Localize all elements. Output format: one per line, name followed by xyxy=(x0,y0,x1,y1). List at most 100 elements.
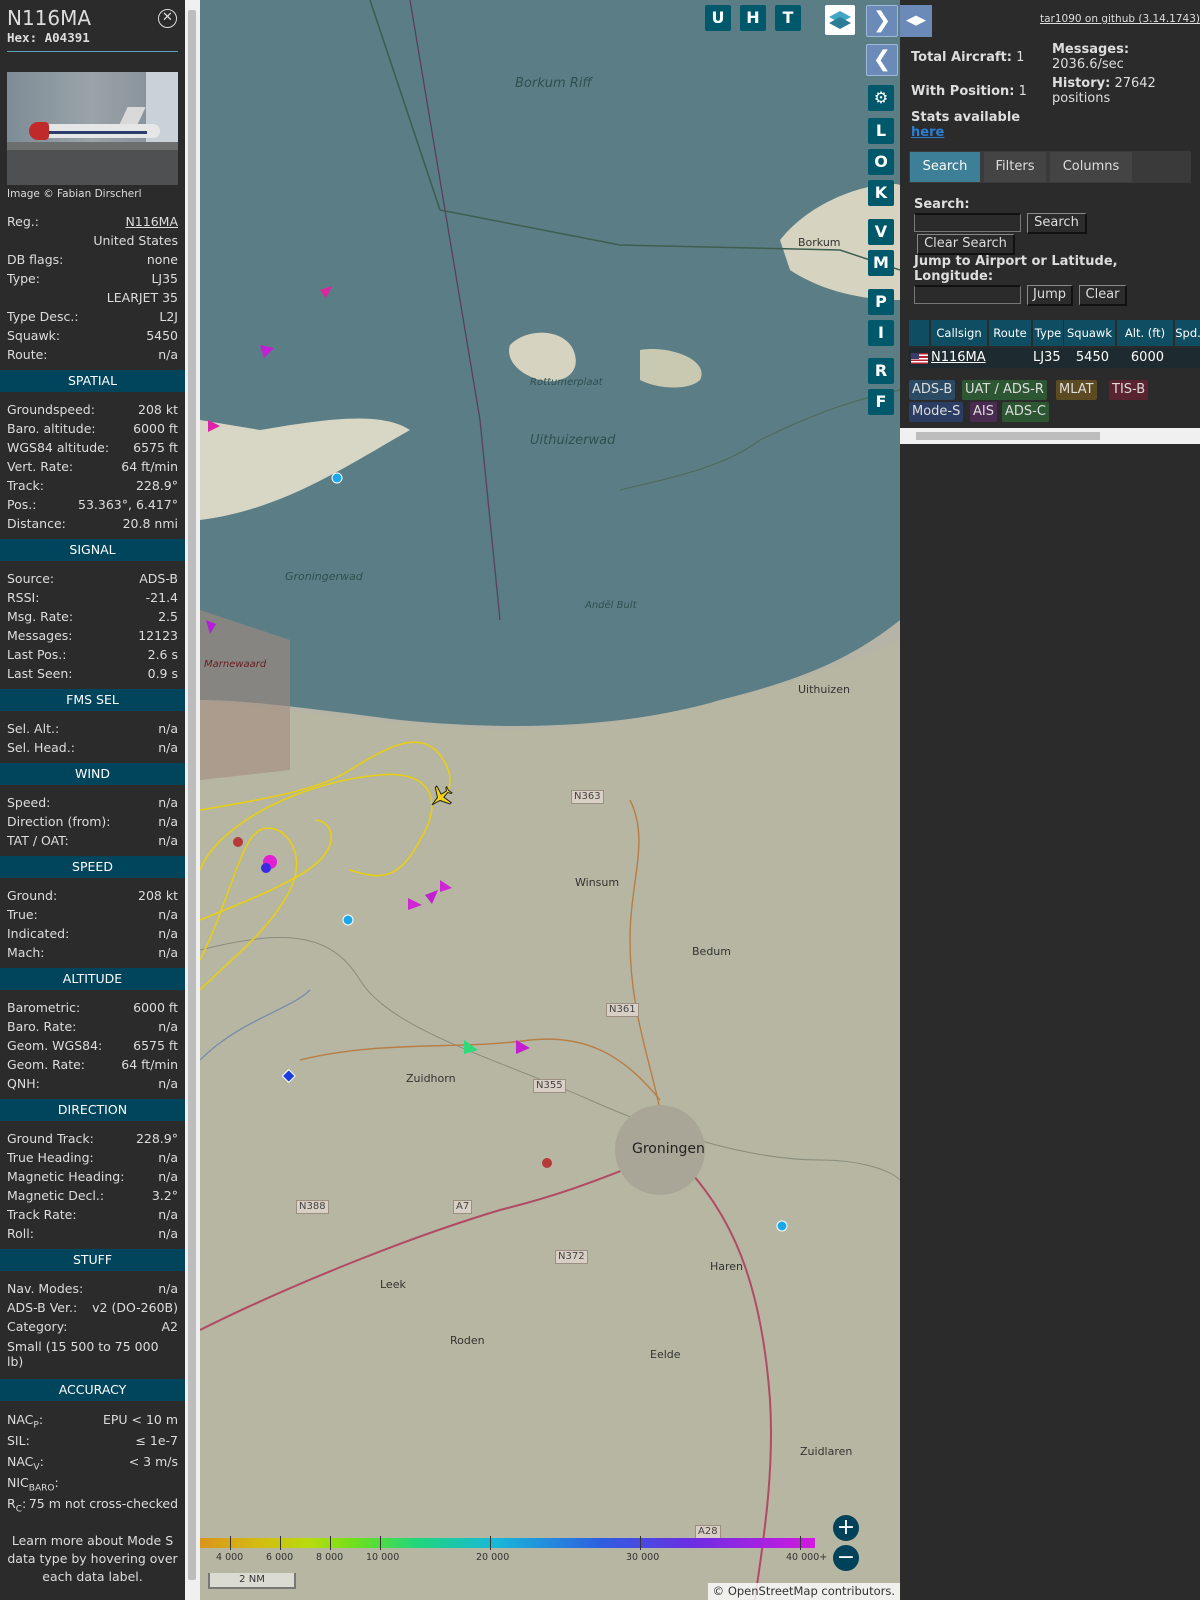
version-link[interactable]: tar1090 on github (3.14.1743) xyxy=(1040,13,1200,25)
map-button-r[interactable]: R xyxy=(868,358,894,384)
detail-label[interactable]: NACV: xyxy=(7,1451,44,1473)
map-button-v[interactable]: V xyxy=(868,219,894,245)
detail-label[interactable]: Magnetic Decl.: xyxy=(7,1186,104,1205)
detail-label[interactable]: Mach: xyxy=(7,943,44,962)
map-button-l[interactable]: L xyxy=(868,118,894,144)
map-area[interactable]: Borkum Riff Borkum Rottumerplaat Uithuiz… xyxy=(200,0,900,1600)
detail-label[interactable]: Speed: xyxy=(7,793,50,812)
detail-label[interactable]: WGS84 altitude: xyxy=(7,438,109,457)
detail-label[interactable]: Distance: xyxy=(7,514,66,533)
table-hscrollbar[interactable] xyxy=(900,428,1200,444)
settings-button[interactable]: ⚙ xyxy=(868,85,894,111)
map-button-p[interactable]: P xyxy=(868,289,894,315)
detail-label[interactable]: Sel. Head.: xyxy=(7,738,75,757)
vessel-marker[interactable] xyxy=(342,914,354,926)
detail-label[interactable]: Ground: xyxy=(7,886,57,905)
detail-label[interactable]: NICBARO: xyxy=(7,1472,59,1494)
detail-label[interactable]: Sel. Alt.: xyxy=(7,719,59,738)
detail-label[interactable]: Category: xyxy=(7,1317,67,1336)
detail-label[interactable]: Messages: xyxy=(7,626,73,645)
detail-label[interactable]: Indicated: xyxy=(7,924,69,943)
detail-label[interactable]: Nav. Modes: xyxy=(7,1279,83,1298)
detail-label[interactable]: TAT / OAT: xyxy=(7,831,69,850)
column-header-route[interactable]: Route xyxy=(989,320,1031,346)
source-badge-tis-b: TIS-B xyxy=(1109,380,1149,400)
zoom-in-button[interactable]: + xyxy=(833,1515,859,1541)
layer-button-u[interactable]: U xyxy=(705,5,731,31)
map-button-m[interactable]: M xyxy=(868,250,894,276)
detail-label[interactable]: True Heading: xyxy=(7,1148,94,1167)
layer-button-h[interactable]: H xyxy=(740,5,766,31)
map-canvas[interactable] xyxy=(200,0,900,1600)
aircraft-cluster[interactable] xyxy=(261,863,271,873)
detail-label[interactable]: Geom. Rate: xyxy=(7,1055,85,1074)
tab-search[interactable]: Search xyxy=(910,152,980,182)
column-header-type[interactable]: Type xyxy=(1033,320,1063,346)
close-icon[interactable]: ✕ xyxy=(158,9,177,28)
clear-search-button[interactable]: Clear Search xyxy=(917,234,1015,255)
jump-input[interactable] xyxy=(914,285,1021,304)
stats-link[interactable]: here xyxy=(911,125,944,140)
vessel-marker[interactable] xyxy=(331,472,343,484)
clear-button[interactable]: Clear xyxy=(1079,285,1127,306)
map-button-f[interactable]: F xyxy=(868,389,894,415)
detail-label[interactable]: Pos.: xyxy=(7,495,36,514)
aircraft-photo[interactable] xyxy=(7,72,178,185)
column-header-alt-ft[interactable]: Alt. (ft) xyxy=(1117,320,1173,346)
section-title-altitude: ALTITUDE xyxy=(0,968,185,990)
detail-label[interactable]: RC: xyxy=(7,1493,26,1515)
detail-label[interactable]: Baro. altitude: xyxy=(7,419,96,438)
vessel-marker[interactable] xyxy=(776,1220,788,1232)
detail-label[interactable]: Last Pos.: xyxy=(7,645,66,664)
detail-label[interactable]: Source: xyxy=(7,569,54,588)
detail-label[interactable]: Track: xyxy=(7,476,44,495)
tab-columns[interactable]: Columns xyxy=(1050,152,1132,182)
column-header-spd[interactable]: Spd. xyxy=(1175,320,1200,346)
detail-label[interactable]: SIL: xyxy=(7,1430,30,1451)
site-marker[interactable] xyxy=(542,1158,552,1168)
search-button[interactable]: Search xyxy=(1027,213,1087,234)
detail-label[interactable]: Roll: xyxy=(7,1224,34,1243)
detail-label[interactable]: Msg. Rate: xyxy=(7,607,73,626)
detail-label[interactable]: RSSI: xyxy=(7,588,39,607)
detail-label[interactable]: Groundspeed: xyxy=(7,400,95,419)
column-header-squawk[interactable]: Squawk xyxy=(1064,320,1115,346)
detail-label[interactable]: Barometric: xyxy=(7,998,80,1017)
expand-panel-button[interactable]: ❯ xyxy=(866,5,898,37)
layer-button-t[interactable]: T xyxy=(775,5,801,31)
sidebar-scroll-thumb[interactable] xyxy=(188,10,196,1580)
detail-label[interactable]: ADS-B Ver.: xyxy=(7,1298,77,1317)
detail-label-text: R xyxy=(7,1496,16,1511)
detail-label[interactable]: True: xyxy=(7,905,38,924)
map-button-k[interactable]: K xyxy=(868,180,894,206)
detail-label[interactable]: NACP: xyxy=(7,1409,43,1431)
detail-label[interactable]: Direction (from): xyxy=(7,812,111,831)
table-hscroll-thumb[interactable] xyxy=(916,432,1100,440)
map-button-i[interactable]: I xyxy=(868,320,894,346)
detail-label[interactable]: Last Seen: xyxy=(7,664,72,683)
detail-label[interactable]: Vert. Rate: xyxy=(7,457,73,476)
detail-label[interactable]: Magnetic Heading: xyxy=(7,1167,124,1186)
search-input[interactable] xyxy=(914,213,1021,232)
detail-label[interactable]: QNH: xyxy=(7,1074,40,1093)
flag-column-header[interactable] xyxy=(909,320,929,346)
detail-label[interactable]: Track Rate: xyxy=(7,1205,77,1224)
detail-label[interactable]: Geom. WGS84: xyxy=(7,1036,102,1055)
column-header-callsign[interactable]: Callsign xyxy=(931,320,987,346)
zoom-out-button[interactable]: − xyxy=(833,1545,859,1571)
layers-button[interactable] xyxy=(825,5,855,35)
detail-label[interactable]: Ground Track: xyxy=(7,1129,94,1148)
map-button-o[interactable]: O xyxy=(868,149,894,175)
detail-value[interactable]: N116MA xyxy=(125,212,178,231)
row-callsign[interactable]: N116MA xyxy=(931,348,987,368)
sidebar-scrollbar[interactable] xyxy=(185,0,200,1600)
map-attribution[interactable]: © OpenStreetMap contributors. xyxy=(707,1583,900,1600)
collapse-panel-button[interactable]: ❮ xyxy=(866,44,898,76)
detail-value: 6575 ft xyxy=(133,440,178,455)
site-marker[interactable] xyxy=(233,837,243,847)
jump-button[interactable]: Jump xyxy=(1027,285,1073,306)
tab-filters[interactable]: Filters xyxy=(984,152,1046,182)
detail-value: 12123 xyxy=(138,628,178,643)
toggle-sidebar-button[interactable]: ◀▶ xyxy=(900,5,932,37)
detail-label[interactable]: Baro. Rate: xyxy=(7,1017,76,1036)
